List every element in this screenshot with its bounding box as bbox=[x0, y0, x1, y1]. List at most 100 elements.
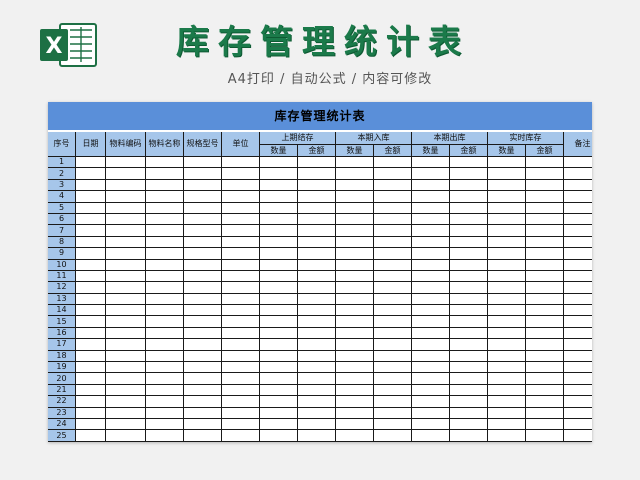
table-cell[interactable] bbox=[106, 236, 146, 249]
table-cell[interactable] bbox=[564, 316, 592, 328]
table-cell[interactable] bbox=[526, 316, 564, 328]
table-cell[interactable] bbox=[260, 430, 298, 442]
table-cell[interactable] bbox=[488, 168, 526, 180]
table-cell[interactable] bbox=[526, 191, 564, 203]
table-cell[interactable] bbox=[146, 168, 184, 180]
table-cell[interactable] bbox=[184, 225, 222, 237]
table-cell[interactable] bbox=[374, 418, 412, 431]
table-cell[interactable] bbox=[526, 384, 564, 397]
table-cell[interactable] bbox=[488, 191, 526, 203]
table-cell[interactable] bbox=[336, 157, 374, 169]
table-cell[interactable] bbox=[374, 236, 412, 249]
table-cell[interactable] bbox=[298, 248, 336, 260]
table-cell[interactable] bbox=[564, 407, 592, 419]
table-cell[interactable] bbox=[336, 305, 374, 317]
table-cell[interactable] bbox=[526, 248, 564, 260]
table-cell[interactable] bbox=[106, 202, 146, 214]
table-cell[interactable] bbox=[488, 259, 526, 271]
table-cell[interactable] bbox=[106, 407, 146, 419]
table-cell[interactable] bbox=[146, 202, 184, 214]
table-cell[interactable] bbox=[222, 316, 260, 328]
table-cell[interactable] bbox=[298, 418, 336, 431]
table-cell[interactable] bbox=[260, 191, 298, 203]
table-cell[interactable] bbox=[374, 157, 412, 169]
table-cell[interactable] bbox=[450, 396, 488, 408]
table-cell[interactable] bbox=[146, 282, 184, 294]
table-cell[interactable] bbox=[146, 213, 184, 226]
table-cell[interactable] bbox=[412, 202, 450, 214]
table-cell[interactable] bbox=[336, 282, 374, 294]
table-cell[interactable] bbox=[298, 407, 336, 419]
table-cell[interactable] bbox=[374, 270, 412, 283]
table-cell[interactable] bbox=[76, 396, 106, 408]
table-cell[interactable] bbox=[336, 179, 374, 192]
table-cell[interactable] bbox=[374, 339, 412, 351]
table-cell[interactable] bbox=[184, 191, 222, 203]
table-cell[interactable] bbox=[298, 396, 336, 408]
table-cell[interactable] bbox=[374, 225, 412, 237]
table-cell[interactable] bbox=[298, 202, 336, 214]
table-cell[interactable] bbox=[412, 362, 450, 374]
table-cell[interactable] bbox=[488, 248, 526, 260]
table-cell[interactable] bbox=[488, 430, 526, 442]
table-cell[interactable] bbox=[184, 305, 222, 317]
table-cell[interactable] bbox=[298, 282, 336, 294]
table-cell[interactable] bbox=[106, 179, 146, 192]
table-cell[interactable] bbox=[222, 339, 260, 351]
table-cell[interactable] bbox=[146, 350, 184, 363]
table-cell[interactable] bbox=[336, 407, 374, 419]
table-cell[interactable] bbox=[146, 384, 184, 397]
table-cell[interactable] bbox=[106, 293, 146, 306]
table-cell[interactable] bbox=[450, 270, 488, 283]
table-cell[interactable] bbox=[526, 350, 564, 363]
table-cell[interactable] bbox=[488, 202, 526, 214]
table-cell[interactable] bbox=[450, 259, 488, 271]
table-cell[interactable] bbox=[222, 270, 260, 283]
table-cell[interactable] bbox=[76, 293, 106, 306]
table-cell[interactable] bbox=[450, 157, 488, 169]
table-cell[interactable] bbox=[260, 327, 298, 340]
table-cell[interactable] bbox=[564, 270, 592, 283]
table-cell[interactable] bbox=[222, 179, 260, 192]
table-cell[interactable] bbox=[526, 236, 564, 249]
table-cell[interactable] bbox=[222, 327, 260, 340]
table-cell[interactable] bbox=[374, 316, 412, 328]
table-cell[interactable] bbox=[222, 293, 260, 306]
table-cell[interactable] bbox=[564, 305, 592, 317]
table-cell[interactable] bbox=[412, 248, 450, 260]
table-cell[interactable] bbox=[106, 157, 146, 169]
table-cell[interactable] bbox=[106, 384, 146, 397]
table-cell[interactable] bbox=[146, 293, 184, 306]
table-cell[interactable] bbox=[146, 248, 184, 260]
table-cell[interactable] bbox=[526, 202, 564, 214]
table-cell[interactable] bbox=[336, 327, 374, 340]
table-cell[interactable] bbox=[146, 407, 184, 419]
table-cell[interactable] bbox=[106, 282, 146, 294]
table-cell[interactable] bbox=[76, 407, 106, 419]
table-cell[interactable] bbox=[450, 293, 488, 306]
table-cell[interactable] bbox=[222, 248, 260, 260]
table-cell[interactable] bbox=[146, 339, 184, 351]
table-cell[interactable] bbox=[488, 225, 526, 237]
table-cell[interactable] bbox=[146, 236, 184, 249]
table-cell[interactable] bbox=[488, 327, 526, 340]
table-cell[interactable] bbox=[106, 225, 146, 237]
table-cell[interactable] bbox=[106, 339, 146, 351]
table-cell[interactable] bbox=[526, 407, 564, 419]
table-cell[interactable] bbox=[374, 373, 412, 385]
table-cell[interactable] bbox=[450, 168, 488, 180]
table-cell[interactable] bbox=[260, 157, 298, 169]
table-cell[interactable] bbox=[106, 305, 146, 317]
table-cell[interactable] bbox=[184, 316, 222, 328]
table-cell[interactable] bbox=[184, 202, 222, 214]
table-cell[interactable] bbox=[222, 202, 260, 214]
table-cell[interactable] bbox=[336, 293, 374, 306]
table-cell[interactable] bbox=[488, 339, 526, 351]
table-cell[interactable] bbox=[564, 418, 592, 431]
table-cell[interactable] bbox=[106, 418, 146, 431]
table-cell[interactable] bbox=[146, 430, 184, 442]
table-cell[interactable] bbox=[298, 168, 336, 180]
table-cell[interactable] bbox=[222, 191, 260, 203]
table-cell[interactable] bbox=[222, 213, 260, 226]
table-cell[interactable] bbox=[336, 384, 374, 397]
